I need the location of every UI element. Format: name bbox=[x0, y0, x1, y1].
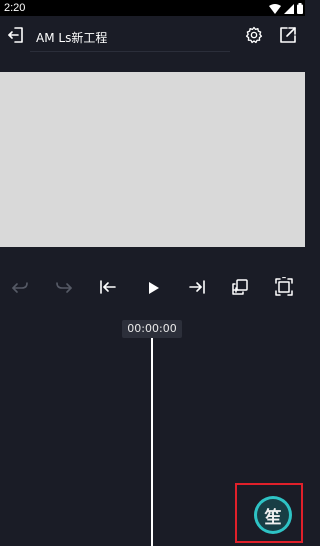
status-time: 2:20 bbox=[4, 2, 26, 14]
battery-icon bbox=[297, 0, 303, 18]
status-bar: 2:20 bbox=[0, 0, 305, 16]
skip-to-start-icon bbox=[99, 278, 117, 300]
export-button[interactable] bbox=[277, 27, 299, 47]
gear-icon bbox=[245, 26, 263, 48]
project-title: AM Ls新工程 bbox=[36, 31, 108, 45]
exit-icon bbox=[7, 26, 25, 48]
playback-controls bbox=[0, 266, 305, 312]
skip-to-end-button[interactable] bbox=[185, 277, 209, 301]
app-bar: AM Ls新工程 bbox=[0, 16, 305, 58]
skip-to-end-icon bbox=[188, 278, 206, 300]
copy-icon bbox=[231, 278, 249, 300]
redo-icon bbox=[55, 278, 73, 300]
play-icon bbox=[146, 280, 160, 299]
project-title-field[interactable]: AM Ls新工程 bbox=[30, 25, 230, 52]
timecode: 00:00:00 bbox=[122, 320, 182, 338]
signal-icon bbox=[284, 0, 294, 18]
copy-button[interactable] bbox=[228, 277, 252, 301]
wifi-icon bbox=[269, 0, 281, 18]
play-button[interactable] bbox=[141, 277, 165, 301]
undo-icon bbox=[11, 278, 29, 300]
playhead[interactable] bbox=[151, 338, 153, 546]
undo-button[interactable] bbox=[8, 277, 32, 301]
exit-button[interactable] bbox=[5, 27, 27, 47]
settings-button[interactable] bbox=[243, 26, 265, 48]
floating-button-label: 笙 bbox=[257, 499, 289, 531]
floating-action-button[interactable]: 笙 bbox=[254, 496, 292, 534]
fullscreen-icon bbox=[274, 275, 294, 301]
fullscreen-button[interactable] bbox=[272, 275, 296, 301]
export-icon bbox=[279, 26, 297, 48]
redo-button[interactable] bbox=[52, 277, 76, 301]
status-icons bbox=[269, 2, 303, 14]
video-preview[interactable] bbox=[0, 72, 305, 247]
skip-to-start-button[interactable] bbox=[96, 277, 120, 301]
